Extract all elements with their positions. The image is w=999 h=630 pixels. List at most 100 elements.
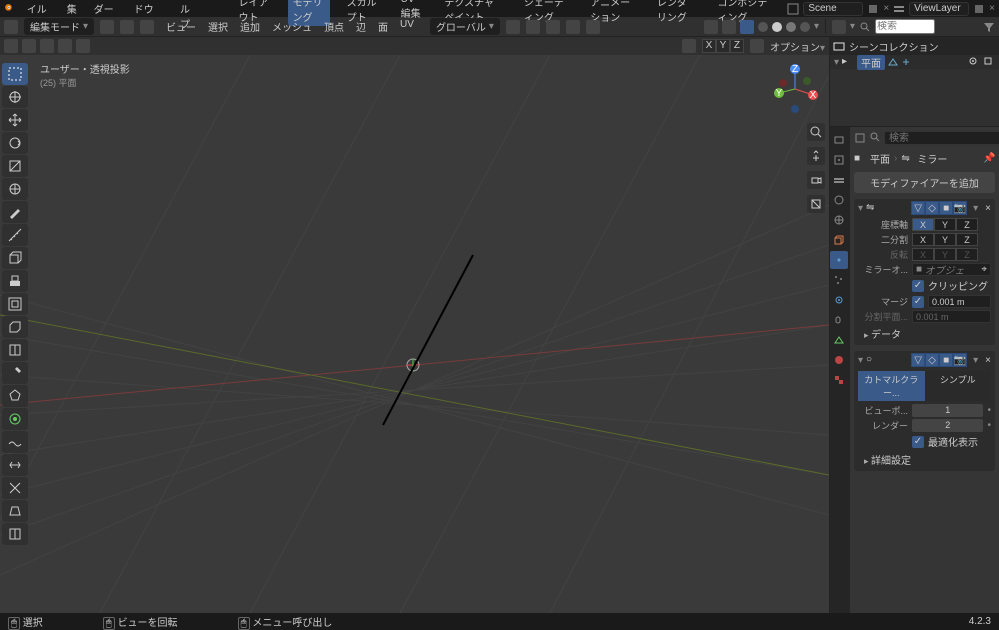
pan-icon[interactable] — [807, 147, 825, 165]
mesh-options-icon[interactable] — [750, 39, 764, 53]
tab-viewlayer[interactable] — [830, 171, 848, 189]
extrude-tool[interactable] — [2, 270, 28, 292]
realtime-display[interactable]: 📷 — [953, 201, 967, 215]
options-dropdown[interactable]: オプション▾ — [770, 39, 825, 54]
knife-tool[interactable] — [2, 362, 28, 384]
bisect-distance[interactable]: 0.001 m — [912, 310, 991, 323]
tab-world[interactable] — [830, 211, 848, 229]
outliner-row[interactable]: ▾ ▸ 平面 — [830, 55, 999, 69]
props-options-icon[interactable] — [854, 132, 866, 144]
disable-icon[interactable] — [983, 56, 995, 68]
mirror-axis-y[interactable]: Y — [934, 218, 956, 231]
edge-slide-tool[interactable] — [2, 454, 28, 476]
menu-mesh[interactable]: メッシュ — [272, 19, 312, 34]
viewport-levels[interactable]: 1 — [912, 404, 983, 417]
editmode-display[interactable]: ■ — [939, 201, 953, 215]
menu-add[interactable]: 追加 — [240, 19, 260, 34]
outliner-search[interactable] — [875, 19, 935, 34]
select-none-icon[interactable] — [22, 39, 36, 53]
merge-distance[interactable]: 0.001 m — [928, 295, 991, 308]
xray-toggle-icon[interactable] — [740, 20, 754, 34]
nav-gizmo[interactable]: Z X Y — [769, 63, 821, 115]
menu-view[interactable]: ビュー — [166, 19, 196, 34]
proportional-icon[interactable] — [566, 20, 580, 34]
shading-wireframe-icon[interactable] — [758, 22, 768, 32]
mirror-axis-x[interactable]: X — [912, 218, 934, 231]
zoom-icon[interactable] — [807, 123, 825, 141]
menu-face[interactable]: 面 — [378, 19, 388, 34]
mirror-object-field[interactable]: ■ オブジェ⌖ — [912, 263, 991, 276]
shrink-tool[interactable] — [2, 477, 28, 499]
bisect-z[interactable]: Z — [956, 233, 978, 246]
bisect-x[interactable]: X — [912, 233, 934, 246]
measure-tool[interactable] — [2, 224, 28, 246]
outliner-editor-icon[interactable] — [832, 20, 846, 34]
transform-orientation[interactable]: グローバル▾ — [430, 18, 500, 35]
add-cube-tool[interactable] — [2, 247, 28, 269]
menu-vertex[interactable]: 頂点 — [324, 19, 344, 34]
axis-y[interactable]: Y — [716, 39, 730, 53]
overlay-toggle-icon[interactable] — [722, 20, 736, 34]
camera-icon[interactable] — [807, 171, 825, 189]
outliner-object[interactable]: 平面 — [857, 55, 885, 70]
bevel-tool[interactable] — [2, 316, 28, 338]
tab-particles[interactable] — [830, 271, 848, 289]
props-search[interactable] — [884, 131, 999, 145]
select-all-icon[interactable] — [4, 39, 18, 53]
bisect-y[interactable]: Y — [934, 233, 956, 246]
rip-tool[interactable] — [2, 523, 28, 545]
delete-modifier[interactable]: × — [985, 203, 991, 214]
axis-x[interactable]: X — [702, 39, 716, 53]
merge-checkbox[interactable]: ✓ — [912, 296, 924, 308]
mesh-auto-icon[interactable] — [704, 20, 718, 34]
close-viewlayer-icon[interactable]: × — [989, 3, 995, 14]
shear-tool[interactable] — [2, 500, 28, 522]
loopcut-tool[interactable] — [2, 339, 28, 361]
browse-viewlayer-icon[interactable] — [973, 3, 985, 15]
catmull-clark-button[interactable]: カトマルクラー... — [858, 371, 925, 401]
expand-icon[interactable]: ▾ — [858, 355, 863, 366]
cursor-tool[interactable] — [2, 86, 28, 108]
editmode-display[interactable]: ■ — [939, 353, 953, 367]
face-select-icon[interactable] — [140, 20, 154, 34]
cage-toggle[interactable]: ◇ — [925, 201, 939, 215]
select-intersect-icon[interactable] — [76, 39, 90, 53]
close-scene-icon[interactable]: × — [883, 3, 889, 14]
delete-modifier[interactable]: × — [985, 355, 991, 366]
tab-constraints[interactable] — [830, 311, 848, 329]
cage-toggle[interactable]: ◇ — [925, 353, 939, 367]
perspective-icon[interactable] — [807, 195, 825, 213]
rotate-tool[interactable] — [2, 132, 28, 154]
tab-rendering[interactable]: レンダリング — [652, 0, 700, 26]
axis-z[interactable]: Z — [730, 39, 744, 53]
clipping-checkbox[interactable]: ✓ — [912, 280, 924, 292]
edge-select-icon[interactable] — [120, 20, 134, 34]
simple-button[interactable]: シンプル — [925, 371, 992, 401]
menu-edge[interactable]: 辺 — [356, 19, 366, 34]
tab-data[interactable] — [830, 331, 848, 349]
flip-x[interactable]: X — [912, 248, 934, 261]
mirror-axis-z[interactable]: Z — [956, 218, 978, 231]
pivot-icon[interactable] — [506, 20, 520, 34]
proportional-falloff-icon[interactable] — [586, 20, 600, 34]
tab-output[interactable] — [830, 151, 848, 169]
edit-mode-toggle[interactable]: ▽ — [911, 353, 925, 367]
shading-rendered-icon[interactable] — [800, 22, 810, 32]
flip-y[interactable]: Y — [934, 248, 956, 261]
shading-material-icon[interactable] — [786, 22, 796, 32]
annotate-tool[interactable] — [2, 201, 28, 223]
editor-type-icon[interactable] — [4, 20, 18, 34]
tab-physics[interactable] — [830, 291, 848, 309]
select-box-tool[interactable] — [2, 63, 28, 85]
visibility-icon[interactable] — [968, 56, 980, 68]
move-tool[interactable] — [2, 109, 28, 131]
spin-tool[interactable] — [2, 408, 28, 430]
inset-tool[interactable] — [2, 293, 28, 315]
advanced-expander[interactable]: ▸ 詳細設定 — [854, 450, 995, 469]
scale-tool[interactable] — [2, 155, 28, 177]
smooth-tool[interactable] — [2, 431, 28, 453]
3d-viewport[interactable]: ユーザー・透視投影 (25) 平面 Z X Y — [0, 55, 829, 613]
tab-render[interactable] — [830, 131, 848, 149]
filter-icon[interactable] — [983, 21, 995, 33]
tab-modifiers[interactable] — [830, 251, 848, 269]
